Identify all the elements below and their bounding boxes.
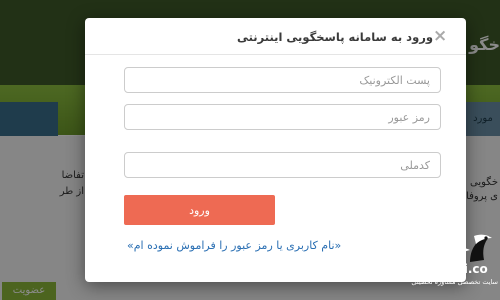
site-name: tahsili.co xyxy=(426,262,488,276)
watermark-logo: تحصیلکو tahsili.co سایت تخصصی مشاوره تحص… xyxy=(411,232,498,292)
login-modal: × ورود به سامانه پاسخگویی اینترنتی ورود … xyxy=(85,18,466,282)
site-tagline: سایت تخصصی مشاوره تحصیلی xyxy=(411,278,498,286)
email-field[interactable] xyxy=(124,67,441,93)
modal-divider xyxy=(85,54,466,55)
forgot-password-link[interactable]: «نام کاربری یا رمز عبور را فراموش نموده … xyxy=(127,239,341,252)
close-icon[interactable]: × xyxy=(433,28,447,45)
logo-text-fa: تحصیلکو xyxy=(422,236,455,245)
modal-title: ورود به سامانه پاسخگویی اینترنتی xyxy=(236,30,433,44)
password-field[interactable] xyxy=(124,104,441,130)
national-code-field[interactable] xyxy=(124,152,441,178)
login-button[interactable]: ورود xyxy=(124,195,275,225)
